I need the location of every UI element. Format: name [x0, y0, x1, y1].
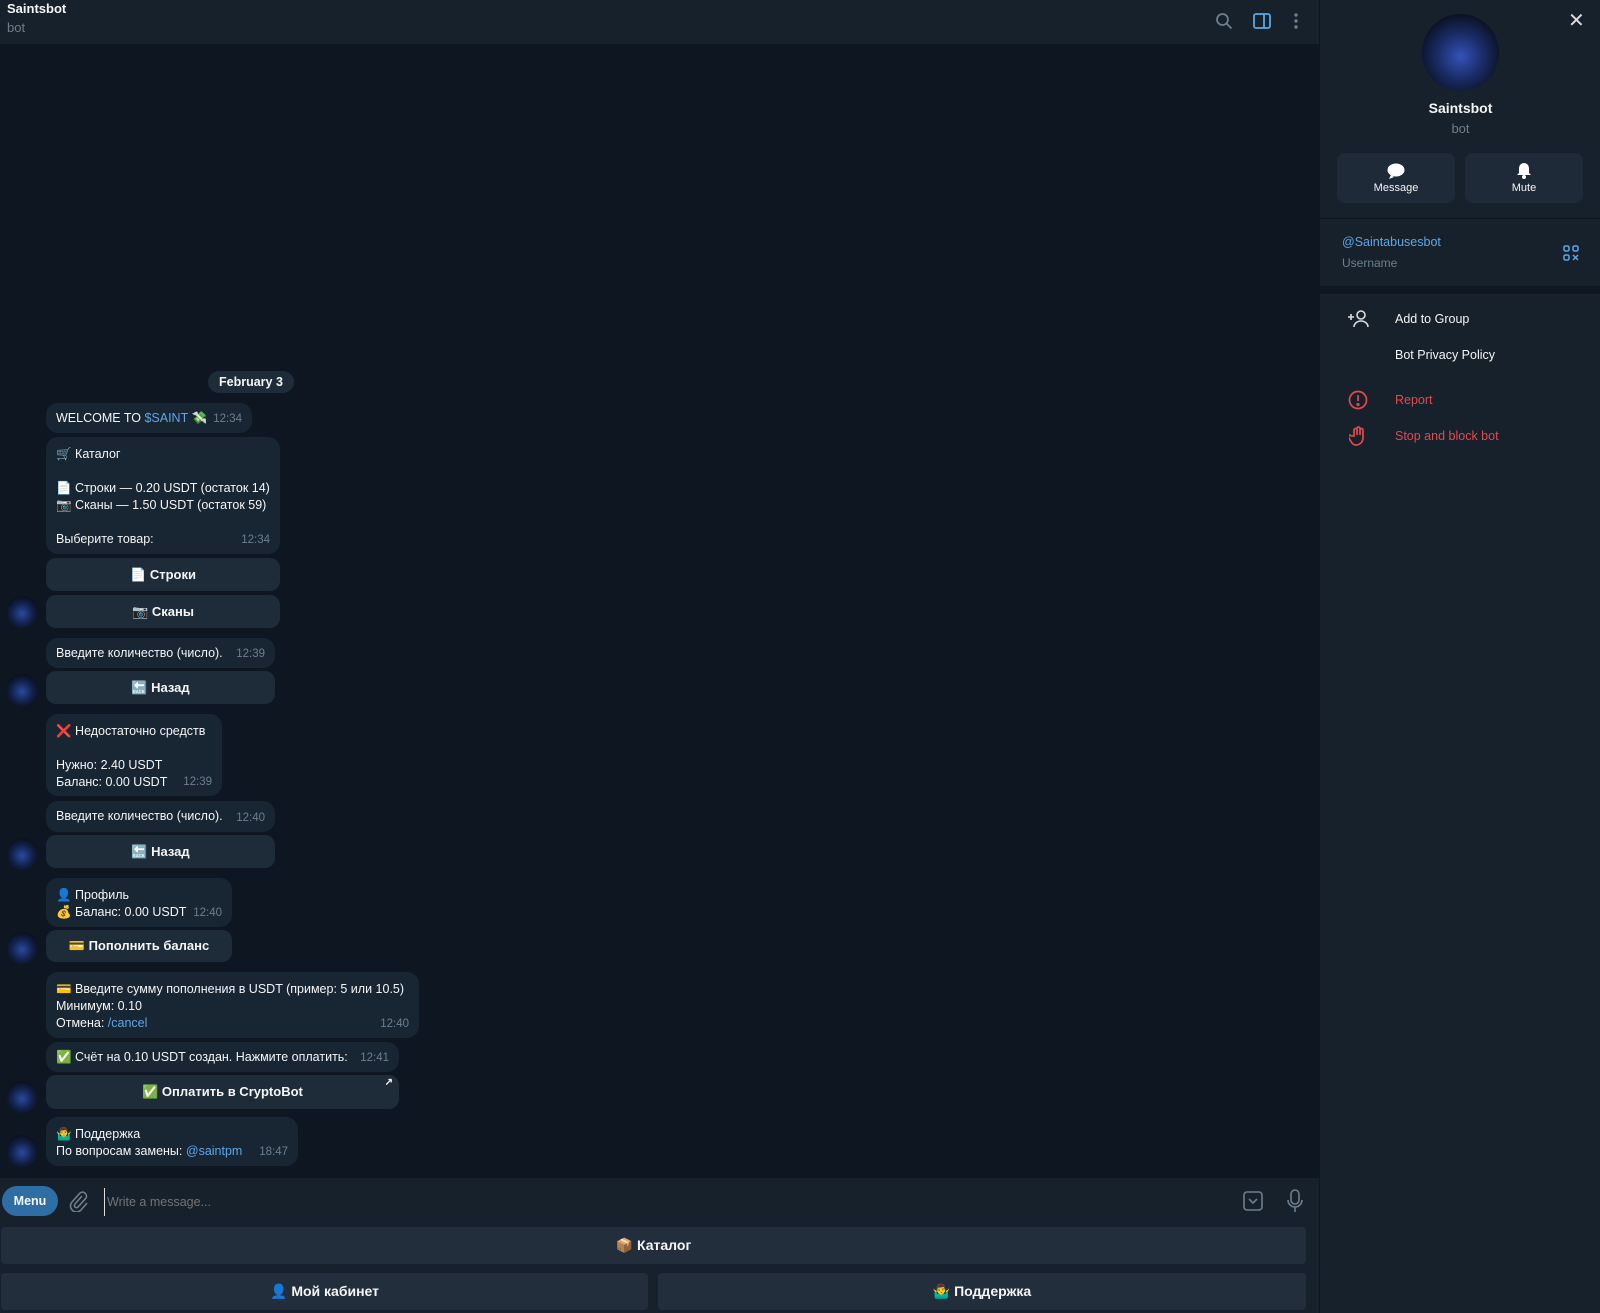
- chat-title[interactable]: Saintsbot: [7, 1, 66, 16]
- message-line: Минимум: 0.10: [56, 999, 142, 1013]
- add-user-icon: [1320, 310, 1395, 328]
- username-label: Username: [1342, 256, 1398, 270]
- keyboard-button-cabinet[interactable]: 👤 Мой кабинет: [1, 1273, 648, 1310]
- attach-icon[interactable]: [68, 1190, 88, 1215]
- message-button-label: Message: [1373, 181, 1419, 194]
- message-quantity: Введите количество (число). 12:39: [46, 638, 275, 668]
- inline-button-back[interactable]: 🔙 Назад: [46, 835, 275, 868]
- message-time: 12:41: [360, 1052, 389, 1064]
- search-icon[interactable]: [1211, 8, 1237, 34]
- bot-avatar[interactable]: [6, 932, 38, 964]
- message-time: 12:40: [380, 1018, 409, 1030]
- menu-label: Stop and block bot: [1395, 429, 1499, 443]
- message-time: 12:40: [236, 812, 265, 824]
- more-icon[interactable]: [1283, 8, 1309, 34]
- profile-panel: ✕ Saintsbot bot Message Mute @Saintabuse…: [1319, 0, 1600, 1313]
- message-time: 12:34: [213, 413, 242, 425]
- report-icon: [1320, 390, 1395, 410]
- section-divider: [1320, 286, 1600, 294]
- message-line: 📄 Строки — 0.20 USDT (остаток 14): [56, 481, 270, 495]
- message-topup: 💳 Введите сумму пополнения в USDT (приме…: [46, 972, 419, 1038]
- reply-keyboard: 📦 Каталог 👤 Мой кабинет 🤷‍♂️ Поддержка: [0, 1226, 1319, 1313]
- message-profile: 👤 Профиль 💰 Баланс: 0.00 USDT 12:40: [46, 878, 232, 927]
- cancel-command-link[interactable]: /cancel: [108, 1016, 148, 1030]
- inline-button-skany[interactable]: 📷 Сканы: [46, 595, 280, 628]
- keyboard-button-support[interactable]: 🤷‍♂️ Поддержка: [658, 1273, 1306, 1310]
- message-line: 🤷‍♂️ Поддержка: [56, 1127, 141, 1141]
- menu-label: Bot Privacy Policy: [1395, 348, 1496, 362]
- composer: Menu: [0, 1178, 1319, 1226]
- message-line: Нужно: 2.40 USDT: [56, 758, 163, 772]
- message-text: ✅ Счёт на 0.10 USDT создан. Нажмите опла…: [56, 1050, 348, 1064]
- chat-header: Saintsbot bot: [0, 0, 1319, 44]
- menu-label: Add to Group: [1395, 312, 1470, 326]
- close-icon[interactable]: ✕: [1568, 8, 1585, 33]
- date-pill: February 3: [208, 371, 294, 393]
- message-time: 12:40: [193, 907, 222, 919]
- message-button[interactable]: Message: [1337, 153, 1455, 203]
- message-text: Введите количество (число).: [56, 646, 223, 660]
- hand-stop-icon: [1320, 426, 1395, 446]
- sidebar-toggle-icon[interactable]: [1249, 8, 1275, 34]
- message-time: 12:34: [241, 534, 270, 546]
- message-line: По вопросам замены:: [56, 1144, 186, 1158]
- profile-avatar[interactable]: [1422, 14, 1499, 91]
- message-line: 📷 Сканы — 1.50 USDT (остаток 59): [56, 498, 267, 512]
- profile-name: Saintsbot: [1428, 100, 1493, 116]
- cashtag-link[interactable]: $SAINT: [144, 411, 188, 425]
- menu-bot-privacy-policy[interactable]: Bot Privacy Policy: [1320, 338, 1600, 372]
- bot-avatar[interactable]: [6, 1081, 38, 1113]
- external-link-icon: ↗: [384, 1077, 393, 1088]
- support-username-link[interactable]: @saintpm: [186, 1144, 242, 1158]
- mute-button-label: Mute: [1511, 182, 1537, 194]
- message-welcome: WELCOME TO $SAINT 💸 12:34: [46, 403, 252, 433]
- menu-add-to-group[interactable]: Add to Group: [1320, 302, 1600, 336]
- message-line: 💳 Введите сумму пополнения в USDT (приме…: [56, 982, 405, 996]
- message-line: Отмена:: [56, 1016, 108, 1030]
- inline-button-topup[interactable]: 💳 Пополнить баланс: [46, 930, 232, 962]
- username-section: @Saintabusesbot Username: [1320, 218, 1600, 286]
- message-quantity: Введите количество (число). 12:40: [46, 801, 275, 832]
- profile-subtitle: bot: [1451, 121, 1470, 136]
- bot-avatar[interactable]: [6, 1135, 38, 1167]
- money-emoji: 💸: [191, 411, 208, 425]
- inline-button-pay-cryptobot[interactable]: ✅ Оплатить в CryptoBot ↗: [46, 1075, 399, 1109]
- message-time: 12:39: [183, 776, 212, 788]
- message-support: 🤷‍♂️ Поддержка По вопросам замены: @sain…: [46, 1117, 298, 1166]
- bot-keyboard-icon[interactable]: [1243, 1191, 1263, 1214]
- bot-avatar[interactable]: [6, 838, 38, 870]
- inline-button-back[interactable]: 🔙 Назад: [46, 671, 275, 704]
- message-title: 🛒 Каталог: [56, 447, 121, 461]
- button-label: ✅ Оплатить в CryptoBot: [142, 1084, 303, 1099]
- menu-button[interactable]: Menu: [2, 1186, 58, 1216]
- username-value[interactable]: @Saintabusesbot: [1342, 235, 1441, 249]
- message-text: Введите количество (число).: [56, 809, 223, 823]
- mute-button[interactable]: Mute: [1465, 153, 1583, 203]
- message-time: 12:39: [236, 648, 265, 660]
- inline-button-stroki[interactable]: 📄 Строки: [46, 558, 280, 591]
- message-text: WELCOME TO: [56, 411, 145, 425]
- menu-label: Report: [1395, 393, 1433, 407]
- menu-report[interactable]: Report: [1320, 383, 1600, 417]
- chat-subtitle: bot: [7, 20, 26, 35]
- menu-stop-block-bot[interactable]: Stop and block bot: [1320, 419, 1600, 453]
- microphone-icon[interactable]: [1287, 1189, 1303, 1216]
- message-title: ❌ Недостаточно средств: [56, 724, 206, 738]
- message-line: Выберите товар:: [56, 532, 154, 546]
- message-insufficient-funds: ❌ Недостаточно средств Нужно: 2.40 USDT …: [46, 714, 222, 796]
- bot-avatar[interactable]: [6, 674, 38, 706]
- keyboard-button-catalog[interactable]: 📦 Каталог: [1, 1227, 1306, 1264]
- qr-code-icon[interactable]: [1563, 245, 1579, 264]
- message-line: 👤 Профиль: [56, 888, 129, 902]
- message-input[interactable]: [104, 1188, 1204, 1216]
- message-time: 18:47: [259, 1146, 288, 1158]
- message-invoice: ✅ Счёт на 0.10 USDT создан. Нажмите опла…: [46, 1042, 399, 1072]
- bot-avatar[interactable]: [6, 596, 38, 628]
- message-catalog: 🛒 Каталог 📄 Строки — 0.20 USDT (остаток …: [46, 437, 280, 554]
